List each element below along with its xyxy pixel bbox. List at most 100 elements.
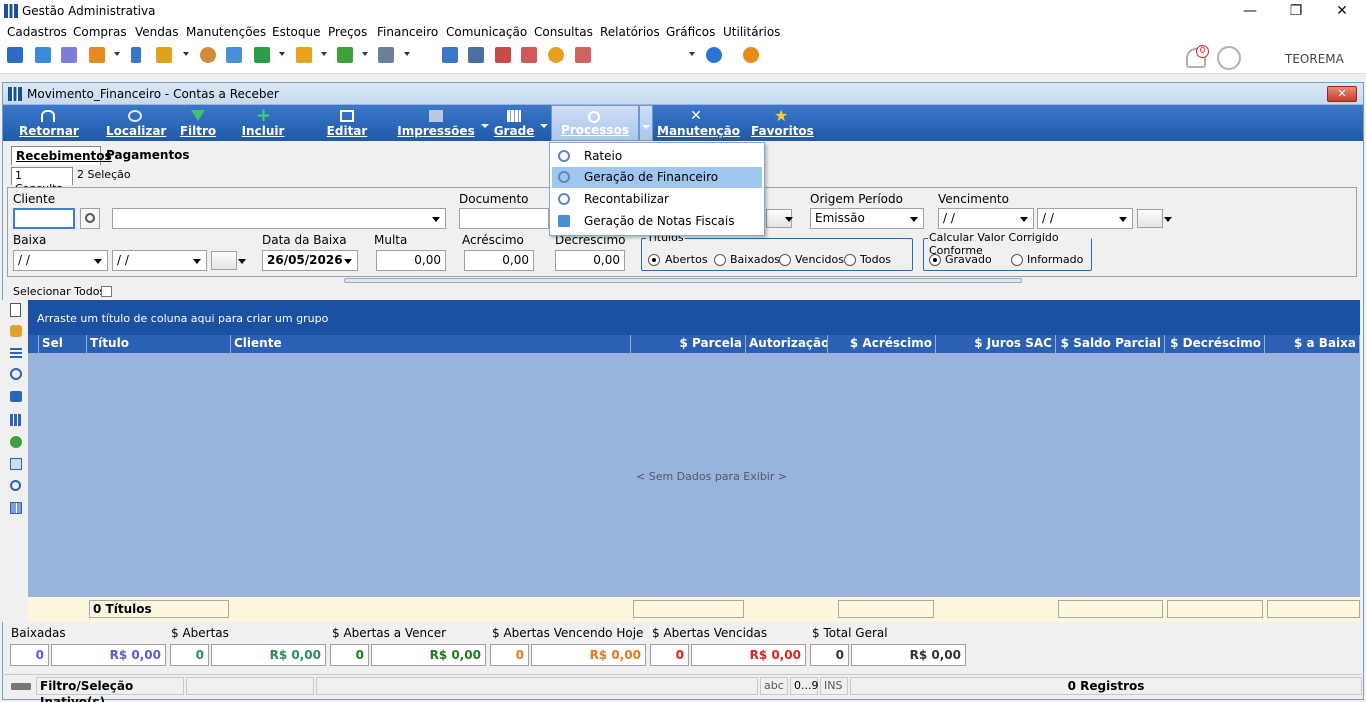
grid-icon[interactable] — [442, 47, 458, 63]
grade-button[interactable]: Grade — [493, 105, 535, 141]
compras-icon[interactable] — [89, 47, 105, 63]
processos-dropdown-button[interactable] — [639, 105, 653, 141]
cards-icon[interactable] — [61, 47, 77, 63]
menu-utilitarios[interactable]: Utilitários — [723, 25, 780, 39]
calendar-icon[interactable] — [495, 47, 511, 63]
selecionar-todos-checkbox[interactable] — [101, 286, 112, 297]
menu-estoque[interactable]: Estoque — [272, 25, 321, 39]
calendar-button[interactable] — [1137, 209, 1163, 228]
chevron-down-icon[interactable] — [432, 217, 440, 222]
origem-periodo-select[interactable]: Emissão — [810, 208, 924, 229]
col-decrescimo[interactable]: $ Decréscimo — [1165, 335, 1265, 353]
chevron-down-icon[interactable] — [114, 52, 120, 56]
chevron-down-icon[interactable] — [785, 217, 793, 222]
menu-item-geracao-financeiro[interactable]: Geração de Financeiro — [552, 167, 762, 188]
multa-input[interactable]: 0,00 — [376, 250, 446, 271]
acrescimo-input[interactable]: 0,00 — [464, 250, 534, 271]
radio-gravado[interactable] — [929, 254, 941, 266]
localizar-button[interactable]: Localizar — [106, 105, 166, 141]
chevron-down-icon[interactable] — [362, 52, 368, 56]
power-icon[interactable] — [743, 47, 759, 63]
col-sel[interactable]: Sel — [39, 335, 87, 353]
radio-informado[interactable] — [1011, 254, 1023, 266]
document-icon[interactable] — [10, 303, 21, 317]
incluir-button[interactable]: + Incluir — [239, 105, 287, 141]
menu-financeiro[interactable]: Financeiro — [377, 25, 438, 39]
info-icon[interactable] — [706, 47, 722, 63]
chevron-down-icon[interactable] — [183, 52, 189, 56]
processos-button[interactable]: Processos — [551, 105, 639, 141]
editar-button[interactable]: Editar — [326, 105, 368, 141]
cliente-search-button[interactable] — [80, 208, 100, 229]
comment-icon[interactable] — [10, 391, 22, 402]
col-saldo-parcial[interactable]: $ Saldo Parcial — [1056, 335, 1165, 353]
radio-todos[interactable] — [844, 254, 856, 266]
chevron-down-icon[interactable] — [321, 52, 327, 56]
chevron-down-icon[interactable] — [910, 217, 918, 222]
report-icon[interactable] — [575, 47, 591, 63]
col-acrescimo[interactable]: $ Acréscimo — [828, 335, 936, 353]
col-parcela[interactable]: $ Parcela — [631, 335, 746, 353]
money-icon[interactable] — [337, 47, 353, 63]
calculator-icon[interactable] — [468, 47, 484, 63]
tab-pagamentos[interactable]: Pagamentos — [103, 146, 193, 165]
menu-consultas[interactable]: Consultas — [534, 25, 593, 39]
dollar-doc-icon[interactable] — [226, 47, 242, 63]
radio-baixados[interactable] — [714, 254, 726, 266]
tab-consulta[interactable]: 1 Consulta — [11, 167, 73, 195]
table-add-icon[interactable] — [10, 458, 22, 470]
favoritos-button[interactable]: ★ Favoritos — [751, 105, 814, 141]
decrescimo-input[interactable]: 0,00 — [555, 250, 625, 271]
close-app-button[interactable]: ✕ — [1319, 0, 1365, 22]
chevron-down-icon[interactable] — [238, 259, 246, 264]
menu-manutencoes[interactable]: Manutenções — [186, 25, 266, 39]
splitter-handle[interactable] — [344, 278, 1022, 283]
box-icon[interactable] — [296, 47, 312, 63]
chevron-down-icon[interactable] — [1020, 217, 1028, 222]
minimize-button[interactable]: — — [1227, 0, 1273, 22]
radio-abertos[interactable] — [648, 254, 660, 266]
menu-item-geracao-notas[interactable]: Geração de Notas Fiscais — [552, 211, 762, 232]
user-icon[interactable] — [200, 47, 216, 63]
move-icon[interactable] — [10, 368, 22, 380]
manutencao-button[interactable]: ✕ Manutenção — [657, 105, 740, 141]
col-juros-sac[interactable]: $ Juros SAC — [936, 335, 1056, 353]
lock-icon[interactable] — [548, 47, 564, 63]
menu-comunicacao[interactable]: Comunicação — [446, 25, 527, 39]
calendar-button[interactable] — [211, 251, 237, 270]
filtro-button[interactable]: Filtro — [179, 105, 217, 141]
col-titulo[interactable]: Título — [87, 335, 231, 353]
col-options-button[interactable] — [28, 335, 39, 353]
chevron-down-icon[interactable] — [689, 52, 695, 56]
restore-button[interactable]: ❐ — [1273, 0, 1319, 22]
menu-cadastros[interactable]: Cadastros — [7, 25, 67, 39]
menu-relatorios[interactable]: Relatórios — [600, 25, 660, 39]
chevron-down-icon[interactable] — [1119, 217, 1127, 222]
menu-item-recontabilizar[interactable]: Recontabilizar — [552, 189, 762, 210]
vendas-icon[interactable] — [156, 47, 172, 63]
grid-icon[interactable] — [10, 414, 22, 426]
chevron-down-icon[interactable] — [404, 52, 410, 56]
documento-input[interactable] — [459, 208, 549, 229]
tab-recebimentos[interactable]: Recebimentos — [11, 146, 112, 165]
document-icon[interactable] — [131, 47, 141, 63]
money-bag-icon[interactable] — [10, 436, 22, 448]
radio-vencidos[interactable] — [779, 254, 791, 266]
chevron-down-icon[interactable] — [481, 124, 489, 128]
printer-icon[interactable] — [378, 47, 394, 63]
coins-icon[interactable] — [10, 325, 22, 337]
menu-compras[interactable]: Compras — [73, 25, 127, 39]
cliente-code-input[interactable] — [13, 208, 75, 229]
chevron-down-icon[interactable] — [193, 259, 201, 264]
col-a-baixa[interactable]: $ a Baixa — [1265, 335, 1360, 353]
search-icon[interactable] — [10, 480, 21, 491]
chevron-down-icon[interactable] — [279, 52, 285, 56]
menu-vendas[interactable]: Vendas — [135, 25, 179, 39]
cadastro-icon[interactable] — [7, 47, 23, 63]
clientes-icon[interactable] — [35, 47, 51, 63]
tab-selecao[interactable]: 2 Seleção — [75, 167, 135, 185]
col-cliente[interactable]: Cliente — [231, 335, 631, 353]
cliente-name-select[interactable] — [112, 208, 446, 229]
group-by-bar[interactable]: Arraste um título de coluna aqui para cr… — [28, 300, 1360, 335]
avatar-icon[interactable] — [1217, 46, 1241, 70]
